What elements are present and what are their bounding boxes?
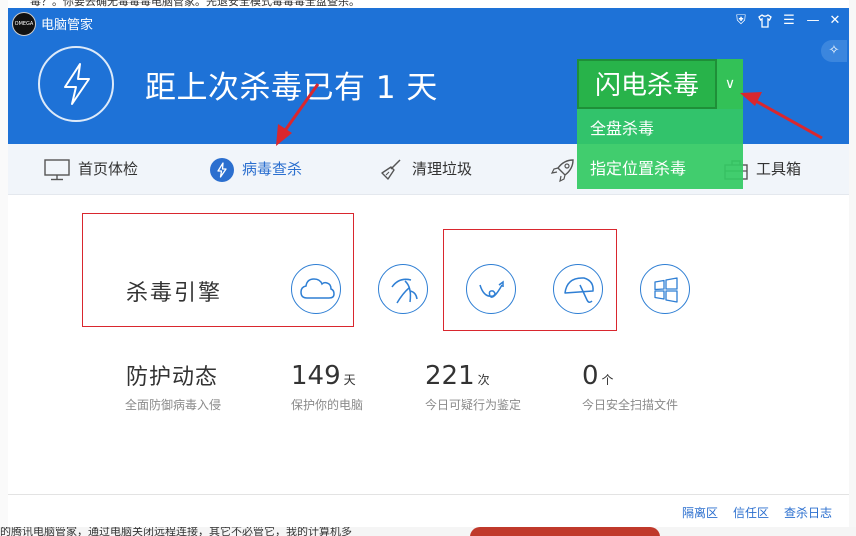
menu-icon[interactable]: ☰ (780, 13, 798, 29)
background-top-strip: 毒？。你要去确无毒毒毒电脑管家。先退安全模式毒毒毒全盘查杀。 (0, 0, 856, 8)
windows-logo-icon (654, 277, 678, 303)
dropdown-custom-location-scan[interactable]: 指定位置杀毒 (577, 149, 743, 189)
background-text: 的腾讯电脑管家，通过电脑关闭远程连接，其它不必管它，我的计算机多 (0, 527, 352, 536)
nav-home-checkup-label: 首页体检 (78, 160, 139, 178)
cloud-engine-icon[interactable] (291, 264, 341, 314)
stat-protected-days-desc: 保护你的电脑 (291, 398, 364, 412)
nav-toolbox-label: 工具箱 (756, 160, 802, 178)
stat-protected-days: 149 天 (291, 361, 356, 391)
flash-scan-button[interactable]: 闪电杀毒 (577, 59, 717, 109)
stat-unit: 个 (601, 373, 614, 387)
pc-manager-window: OMEGA 电脑管家 ⛨ ☰ — ✕ ✧ 距上次杀毒已有 1 天 首页体检 病毒… (8, 8, 849, 527)
trust-zone-link[interactable]: 信任区 (733, 504, 769, 521)
scan-options-dropdown: 全盘杀毒 指定位置杀毒 (577, 109, 743, 189)
stat-scanned-files-desc: 今日安全扫描文件 (582, 398, 679, 412)
stat-value: 0 (582, 361, 599, 391)
app-logo: OMEGA (12, 12, 36, 36)
cloud-icon (300, 278, 335, 299)
protection-title: 防护动态 (126, 365, 219, 390)
stat-scanned-files: 0个 (582, 361, 614, 391)
lightning-bolt-icon (64, 63, 90, 105)
background-text: 毒？。你要去确无毒毒毒电脑管家。先退安全模式毒毒毒全盘查杀。 (30, 0, 360, 8)
umbrella-engine-icon[interactable] (553, 264, 603, 314)
stat-value: 149 (291, 361, 341, 391)
behavior-engine-icon[interactable] (466, 264, 516, 314)
stat-value: 221 (425, 361, 475, 391)
stat-unit: 天 (343, 373, 356, 387)
behavior-arrow-icon (479, 280, 504, 298)
nav-home-checkup[interactable]: 首页体检 (44, 144, 138, 194)
background-right-strip (849, 0, 856, 536)
lightning-status-icon (38, 46, 114, 122)
shirt-icon (758, 14, 772, 28)
windows-engine-icon[interactable] (640, 264, 690, 314)
nav-virus-scan-label: 病毒查杀 (242, 160, 303, 178)
fan-icon (391, 278, 418, 304)
quarantine-link[interactable]: 隔离区 (682, 504, 718, 521)
protection-subtitle: 全面防御病毒入侵 (125, 398, 222, 412)
minimize-button[interactable]: — (804, 13, 822, 29)
background-red-shape (470, 527, 660, 536)
stat-behavior-checks: 221 次 (425, 361, 490, 391)
assistant-icon[interactable]: ✧ (821, 40, 847, 62)
scan-log-link[interactable]: 查杀日志 (784, 504, 832, 521)
fan-engine-icon[interactable] (378, 264, 428, 314)
footer-bar: 隔离区 信任区 查杀日志 (8, 494, 849, 527)
rocket-icon (550, 158, 574, 182)
engine-label: 杀毒引擎 (126, 281, 223, 306)
nav-virus-scan[interactable]: 病毒查杀 (210, 144, 302, 194)
shield-icon[interactable]: ⛨ (732, 13, 750, 29)
nav-clean-junk[interactable]: 清理垃圾 (380, 144, 472, 194)
skin-shirt-icon[interactable] (756, 13, 774, 34)
scan-options-chevron-icon[interactable]: ∨ (717, 59, 743, 109)
last-scan-headline: 距上次杀毒已有 1 天 (145, 70, 438, 106)
close-button[interactable]: ✕ (826, 13, 844, 29)
monitor-icon (44, 158, 70, 180)
stat-behavior-checks-desc: 今日可疑行为鉴定 (425, 398, 522, 412)
dropdown-full-scan[interactable]: 全盘杀毒 (577, 109, 743, 149)
broom-icon (381, 158, 401, 180)
virus-scan-bolt-icon (210, 157, 234, 182)
nav-clean-junk-label: 清理垃圾 (412, 160, 473, 178)
stat-unit: 次 (477, 373, 490, 387)
umbrella-icon (564, 277, 594, 304)
app-title: 电脑管家 (41, 18, 94, 33)
background-bottom-strip: 的腾讯电脑管家，通过电脑关闭远程连接，其它不必管它，我的计算机多 (0, 527, 856, 536)
background-left-strip (0, 0, 8, 536)
